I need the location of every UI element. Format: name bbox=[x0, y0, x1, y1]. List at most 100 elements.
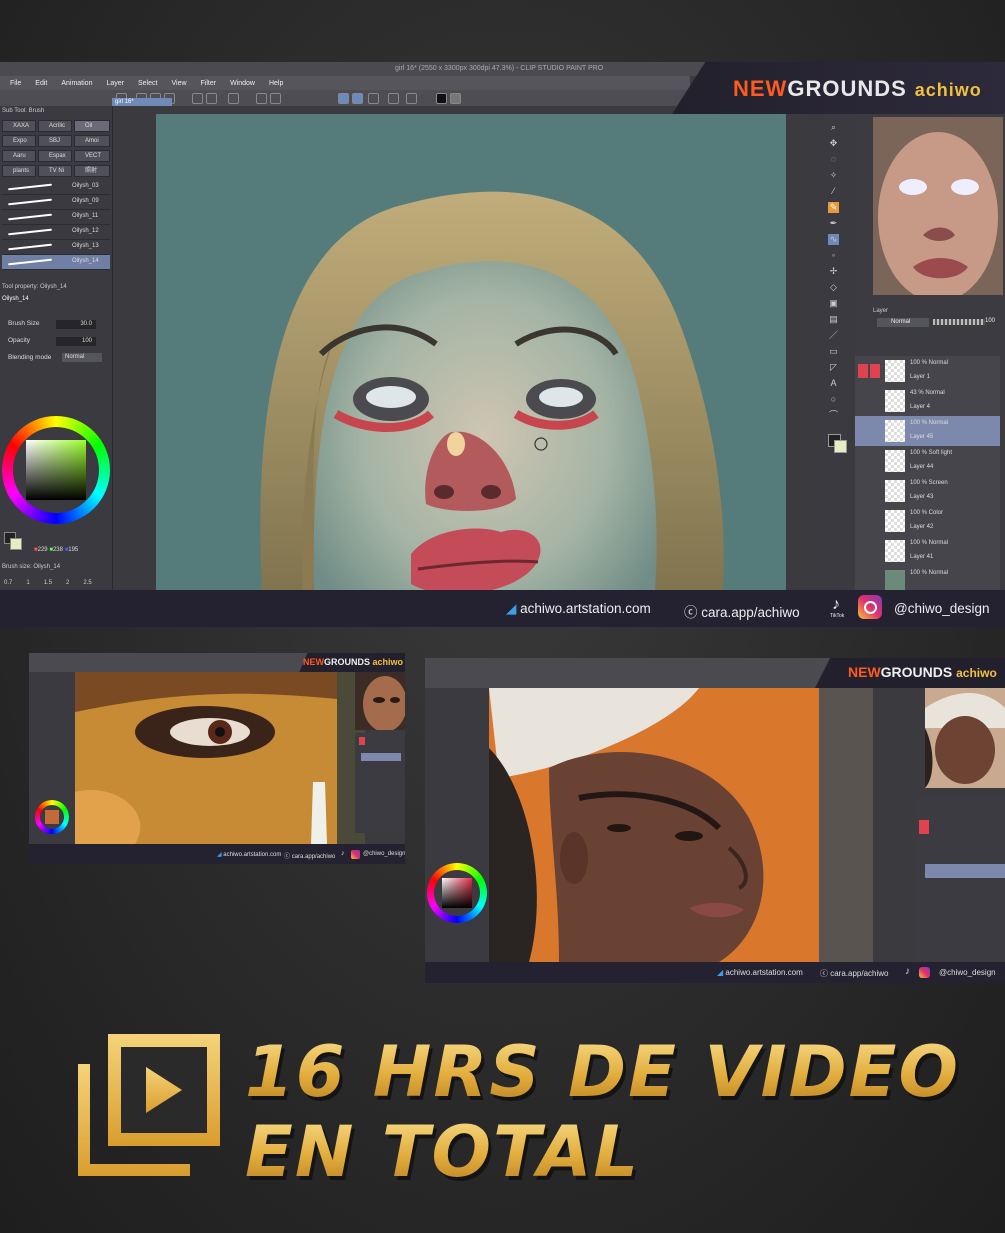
color-wheel[interactable] bbox=[2, 416, 110, 524]
cara-link[interactable]: ⓒ cara.app/achiwo bbox=[684, 601, 800, 621]
airbrush-icon[interactable]: ◦ bbox=[828, 250, 839, 261]
brush-preset-item[interactable]: Oilysh_12 bbox=[2, 225, 110, 240]
figure-icon[interactable]: ／ bbox=[828, 330, 839, 341]
size-preset[interactable]: 1 bbox=[26, 580, 29, 586]
social-handle-small[interactable]: @chiwo_design bbox=[363, 851, 405, 857]
layer-row[interactable]: 100 % Color Layer 42 bbox=[855, 506, 1000, 537]
decoration-icon[interactable]: ✢ bbox=[828, 266, 839, 277]
eyedropper-icon[interactable]: ⁄ bbox=[828, 186, 839, 197]
layer-row-selected[interactable]: 100 % Normal Layer 45 bbox=[855, 416, 1000, 447]
eraser-icon[interactable]: ◇ bbox=[828, 282, 839, 293]
cara-link-small[interactable]: ⓒ cara.app/achiwo bbox=[820, 968, 889, 979]
sub-color-tool[interactable] bbox=[834, 440, 847, 453]
brush-group-button[interactable]: Acrilic bbox=[38, 120, 72, 132]
brush-preset-item[interactable]: Oilysh_13 bbox=[2, 240, 110, 255]
brush-group-button[interactable]: Expo bbox=[2, 135, 36, 147]
artstation-link[interactable]: ◢ achiwo.artstation.com bbox=[506, 601, 651, 617]
drawing-canvas-small[interactable] bbox=[75, 672, 365, 844]
blending-mode-select[interactable]: Normal bbox=[62, 353, 102, 362]
toolbar-button[interactable] bbox=[256, 93, 267, 104]
saturation-value-square[interactable] bbox=[26, 440, 86, 500]
correct-line-icon[interactable]: ⌒ bbox=[828, 410, 839, 421]
menu-window[interactable]: Window bbox=[230, 80, 255, 87]
main-color-swatch[interactable] bbox=[436, 93, 447, 104]
size-preset[interactable]: 1.5 bbox=[44, 580, 52, 586]
lasso-icon[interactable]: ◌ bbox=[828, 154, 839, 165]
instagram-icon[interactable] bbox=[858, 595, 882, 619]
redo-icon[interactable] bbox=[206, 93, 217, 104]
size-preset[interactable]: 2 bbox=[66, 580, 69, 586]
toolbar-button[interactable] bbox=[352, 93, 363, 104]
menu-help[interactable]: Help bbox=[269, 80, 283, 87]
layer-opacity-value[interactable]: 100 bbox=[985, 318, 995, 324]
tiktok-icon[interactable]: ♪ bbox=[905, 966, 910, 977]
menu-layer[interactable]: Layer bbox=[106, 80, 124, 87]
fill-icon[interactable]: ▣ bbox=[828, 298, 839, 309]
toolbar-button[interactable] bbox=[270, 93, 281, 104]
move-icon[interactable]: ✥ bbox=[828, 138, 839, 149]
tiktok-icon[interactable]: ♪ TikTok bbox=[830, 596, 844, 619]
brush-group-button[interactable]: SBJ bbox=[38, 135, 72, 147]
layer-opacity-slider[interactable] bbox=[933, 319, 985, 325]
drawing-canvas[interactable] bbox=[156, 114, 786, 627]
wand-icon[interactable]: ✧ bbox=[828, 170, 839, 181]
brush-group-button[interactable]: Amoi bbox=[74, 135, 110, 147]
layer-row[interactable]: 100 % Normal Layer 41 bbox=[855, 536, 1000, 567]
sub-color-swatch[interactable] bbox=[450, 93, 461, 104]
menu-animation[interactable]: Animation bbox=[61, 80, 92, 87]
brush-preset-item[interactable]: Oilysh_09 bbox=[2, 195, 110, 210]
menu-select[interactable]: Select bbox=[138, 80, 157, 87]
brush-preset-item[interactable]: Oilysh_03 bbox=[2, 180, 110, 195]
menu-edit[interactable]: Edit bbox=[35, 80, 47, 87]
brush-group-button[interactable]: TV Ni bbox=[38, 165, 72, 177]
drawing-canvas-small[interactable] bbox=[489, 688, 873, 962]
brush-preset-item-selected[interactable]: Oilysh_14 bbox=[2, 255, 110, 270]
text-icon[interactable]: A bbox=[828, 378, 839, 389]
brush-group-button[interactable]: Espax bbox=[38, 150, 72, 162]
toolbar-button[interactable] bbox=[338, 93, 349, 104]
brush-icon[interactable]: ✎ bbox=[828, 202, 839, 213]
gradient-icon[interactable]: ▤ bbox=[828, 314, 839, 325]
menu-filter[interactable]: Filter bbox=[201, 80, 217, 87]
menu-view[interactable]: View bbox=[171, 80, 186, 87]
layer-row[interactable]: 100 % Screen Layer 43 bbox=[855, 476, 1000, 507]
social-handle[interactable]: @chiwo_design bbox=[894, 601, 990, 616]
brush-group-button[interactable]: Aaru bbox=[2, 150, 36, 162]
instagram-icon[interactable] bbox=[919, 967, 930, 978]
size-preset[interactable]: 2.5 bbox=[83, 580, 91, 586]
sub-color-chip[interactable] bbox=[10, 538, 22, 550]
toolbar-button[interactable] bbox=[368, 93, 379, 104]
cara-link-small[interactable]: ⓒ cara.app/achiwo bbox=[284, 851, 335, 860]
brush-group-button[interactable]: VECT bbox=[74, 150, 110, 162]
brush-size-field[interactable]: 30.0 bbox=[56, 320, 96, 329]
brush-group-button[interactable]: Oil bbox=[74, 120, 110, 132]
ruler-icon[interactable]: ◸ bbox=[828, 362, 839, 373]
balloon-icon[interactable]: ○ bbox=[828, 394, 839, 405]
blend-icon[interactable]: ∿ bbox=[828, 234, 839, 245]
layer-row[interactable]: 43 % Normal Layer 4 bbox=[855, 386, 1000, 417]
menu-file[interactable]: File bbox=[10, 80, 21, 87]
brush-preset-item[interactable]: Oilysh_11 bbox=[2, 210, 110, 225]
toolbar-button[interactable] bbox=[388, 93, 399, 104]
brush-group-button[interactable]: plants bbox=[2, 165, 36, 177]
zoom-icon[interactable]: ⌕ bbox=[828, 122, 839, 133]
layer-blend-mode-select[interactable]: Normal bbox=[877, 318, 929, 327]
instagram-icon[interactable] bbox=[351, 850, 360, 859]
tab-canvas[interactable]: girl 16* bbox=[112, 98, 172, 106]
toolbar-button[interactable] bbox=[228, 93, 239, 104]
opacity-field[interactable]: 100 bbox=[56, 337, 96, 346]
layer-row[interactable]: 100 % Normal bbox=[855, 566, 1000, 592]
artstation-link-small[interactable]: ◢ achiwo.artstation.com bbox=[217, 851, 281, 858]
artstation-link-small[interactable]: ◢ achiwo.artstation.com bbox=[717, 968, 803, 977]
brush-group-button[interactable]: 照射 bbox=[74, 165, 110, 177]
frame-icon[interactable]: ▭ bbox=[828, 346, 839, 357]
layer-row[interactable]: 100 % Soft light Layer 44 bbox=[855, 446, 1000, 477]
social-handle-small[interactable]: @chiwo_design bbox=[939, 968, 996, 977]
undo-icon[interactable] bbox=[192, 93, 203, 104]
size-preset[interactable]: 0.7 bbox=[4, 580, 12, 586]
brush-group-button[interactable]: XAXA bbox=[2, 120, 36, 132]
pen-icon[interactable]: ✒ bbox=[828, 218, 839, 229]
toolbar-button[interactable] bbox=[406, 93, 417, 104]
layer-row[interactable]: 100 % Normal Layer 1 bbox=[855, 356, 1000, 387]
tiktok-icon[interactable]: ♪ bbox=[341, 850, 345, 857]
